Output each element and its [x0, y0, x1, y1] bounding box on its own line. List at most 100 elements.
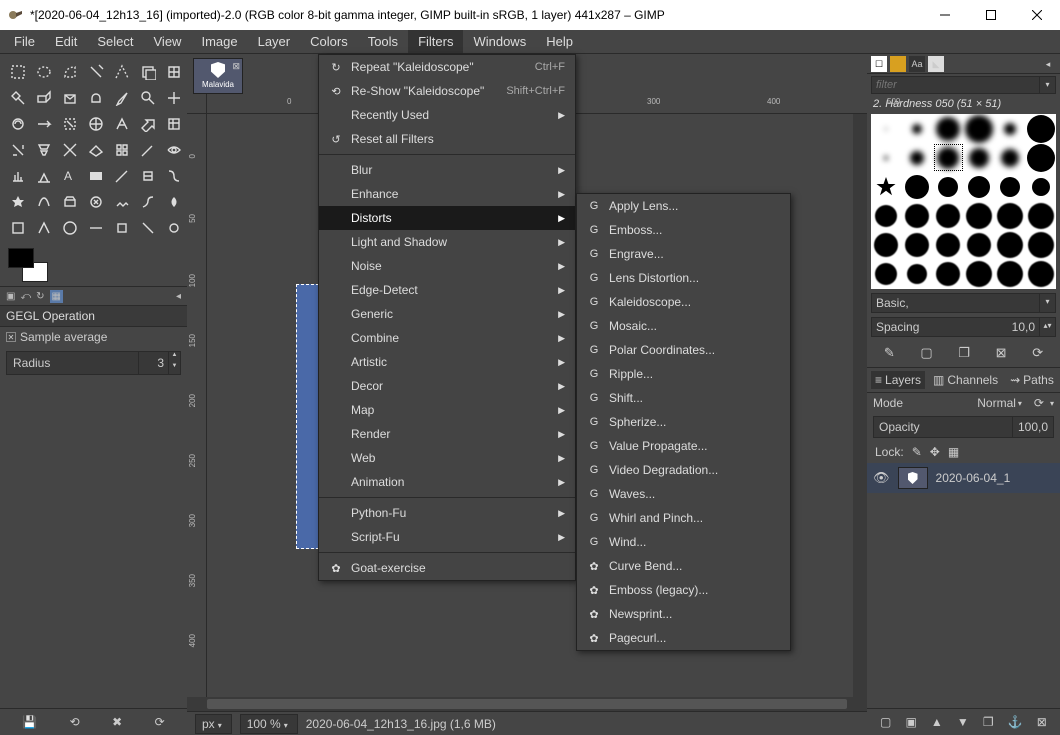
tool-7[interactable]	[6, 86, 30, 110]
menu-item[interactable]: GWaves...	[577, 482, 817, 506]
anchor-layer-icon[interactable]: ⚓	[1008, 715, 1023, 729]
close-button[interactable]	[1014, 0, 1060, 30]
menu-item[interactable]: Generic▶	[319, 302, 575, 326]
edit-brush-icon[interactable]: ✎	[884, 345, 895, 361]
menu-item[interactable]: ⟲Re-Show "Kaleidoscope"Shift+Ctrl+F	[319, 79, 575, 103]
tool-21[interactable]	[6, 138, 30, 162]
brush-cell[interactable]	[871, 143, 902, 172]
brush-cell[interactable]	[933, 114, 964, 143]
tool-1[interactable]	[32, 60, 56, 84]
zoom-selector[interactable]: 100 %▾	[240, 714, 298, 734]
new-layer-icon[interactable]: ▢	[880, 715, 891, 729]
tool-24[interactable]	[84, 138, 108, 162]
brush-cell[interactable]	[1025, 259, 1056, 288]
brush-cell[interactable]	[871, 114, 902, 143]
tool-5[interactable]	[136, 60, 160, 84]
tool-33[interactable]	[136, 164, 160, 188]
tool-15[interactable]	[32, 112, 56, 136]
menu-item[interactable]: GVideo Degradation...	[577, 458, 817, 482]
brush-cell[interactable]	[933, 172, 964, 201]
tab-icon[interactable]: ⤺	[20, 291, 31, 302]
menu-item[interactable]: Animation▶	[319, 470, 575, 494]
brush-cell[interactable]	[1025, 201, 1056, 230]
restore-preset-icon[interactable]: ⟲	[70, 715, 80, 729]
unit-selector[interactable]: px▾	[195, 714, 232, 734]
menu-item[interactable]: GValue Propagate...	[577, 434, 817, 458]
brush-cell[interactable]	[933, 230, 964, 259]
duplicate-layer-icon[interactable]: ❐	[983, 715, 994, 729]
menu-tools[interactable]: Tools	[358, 30, 408, 53]
brush-cell[interactable]	[964, 114, 995, 143]
menu-item[interactable]: GEngrave...	[577, 242, 817, 266]
brush-cell[interactable]	[933, 259, 964, 288]
visibility-icon[interactable]: 👁	[873, 470, 890, 486]
tool-39[interactable]	[110, 190, 134, 214]
tab-icon[interactable]: ▣	[6, 291, 15, 302]
menu-item[interactable]: Web▶	[319, 446, 575, 470]
tool-19[interactable]	[136, 112, 160, 136]
tab-icon[interactable]: ☐	[871, 56, 887, 72]
tab-menu-icon[interactable]: ◂	[176, 291, 181, 302]
menu-item[interactable]: GShift...	[577, 386, 817, 410]
brush-cell[interactable]	[964, 230, 995, 259]
menu-item[interactable]: ✿Pagecurl...	[577, 626, 817, 650]
tool-34[interactable]	[162, 164, 186, 188]
mode-switch-icon[interactable]: ⟳	[1034, 396, 1044, 410]
tool-options-tabs[interactable]: ▣ ⤺ ↻ ▦ ◂	[0, 286, 187, 306]
scrollbar-horizontal[interactable]	[187, 697, 867, 711]
tool-0[interactable]	[6, 60, 30, 84]
menu-item[interactable]: Artistic▶	[319, 350, 575, 374]
spacing-spinner[interactable]: ▴▾	[1040, 317, 1056, 337]
menu-item[interactable]: Noise▶	[319, 254, 575, 278]
brush-cell[interactable]	[902, 172, 933, 201]
menu-item[interactable]: Decor▶	[319, 374, 575, 398]
vertical-ruler[interactable]: 050100150200250300350400	[187, 114, 207, 697]
lock-pixels-icon[interactable]: ✎	[912, 445, 922, 459]
menu-file[interactable]: File	[4, 30, 45, 53]
minimize-button[interactable]	[922, 0, 968, 30]
brush-cell[interactable]	[902, 230, 933, 259]
brush-cell[interactable]	[871, 230, 902, 259]
delete-brush-icon[interactable]: ⊠	[996, 345, 1007, 361]
menu-item[interactable]: ✿Emboss (legacy)...	[577, 578, 817, 602]
brush-cell[interactable]	[994, 143, 1025, 172]
brush-cell[interactable]	[964, 259, 995, 288]
tool-27[interactable]	[162, 138, 186, 162]
menu-item[interactable]: ✿Newsprint...	[577, 602, 817, 626]
delete-preset-icon[interactable]: ✖	[112, 715, 122, 729]
menu-item[interactable]: Recently Used▶	[319, 103, 575, 127]
menu-item[interactable]: Light and Shadow▶	[319, 230, 575, 254]
tab-icon[interactable]: ◣	[928, 56, 944, 72]
refresh-brush-icon[interactable]: ⟳	[1032, 345, 1043, 361]
tool-31[interactable]	[84, 164, 108, 188]
menu-select[interactable]: Select	[87, 30, 143, 53]
layer-name[interactable]: 2020-06-04_1	[936, 471, 1011, 485]
tool-20[interactable]	[162, 112, 186, 136]
lock-position-icon[interactable]: ✥	[930, 445, 940, 459]
brush-cell[interactable]	[994, 201, 1025, 230]
brush-cell[interactable]	[994, 230, 1025, 259]
tab-icon[interactable]	[890, 56, 906, 72]
tool-32[interactable]	[110, 164, 134, 188]
menu-item[interactable]: GRipple...	[577, 362, 817, 386]
brush-cell[interactable]	[1025, 143, 1056, 172]
tool-48[interactable]	[162, 216, 186, 240]
spin-up[interactable]: ▲	[169, 352, 180, 363]
menu-item[interactable]: Map▶	[319, 398, 575, 422]
lock-alpha-icon[interactable]: ▦	[948, 445, 959, 459]
reset-preset-icon[interactable]: ⟳	[155, 715, 165, 729]
menu-item[interactable]: Script-Fu▶	[319, 525, 575, 549]
color-swatches[interactable]	[8, 248, 48, 282]
brush-cell[interactable]	[902, 143, 933, 172]
menu-item[interactable]: Distorts▶	[319, 206, 575, 230]
save-preset-icon[interactable]: 💾	[22, 715, 37, 729]
tab-menu-icon[interactable]: ◂	[1040, 56, 1056, 72]
brush-cell[interactable]	[964, 172, 995, 201]
menu-item[interactable]: GMosaic...	[577, 314, 817, 338]
close-tab-icon[interactable]: ⊠	[232, 61, 240, 72]
menu-windows[interactable]: Windows	[463, 30, 536, 53]
brush-cell[interactable]	[933, 143, 964, 172]
raise-layer-icon[interactable]: ▲	[931, 715, 943, 729]
tool-3[interactable]	[84, 60, 108, 84]
tool-29[interactable]	[32, 164, 56, 188]
